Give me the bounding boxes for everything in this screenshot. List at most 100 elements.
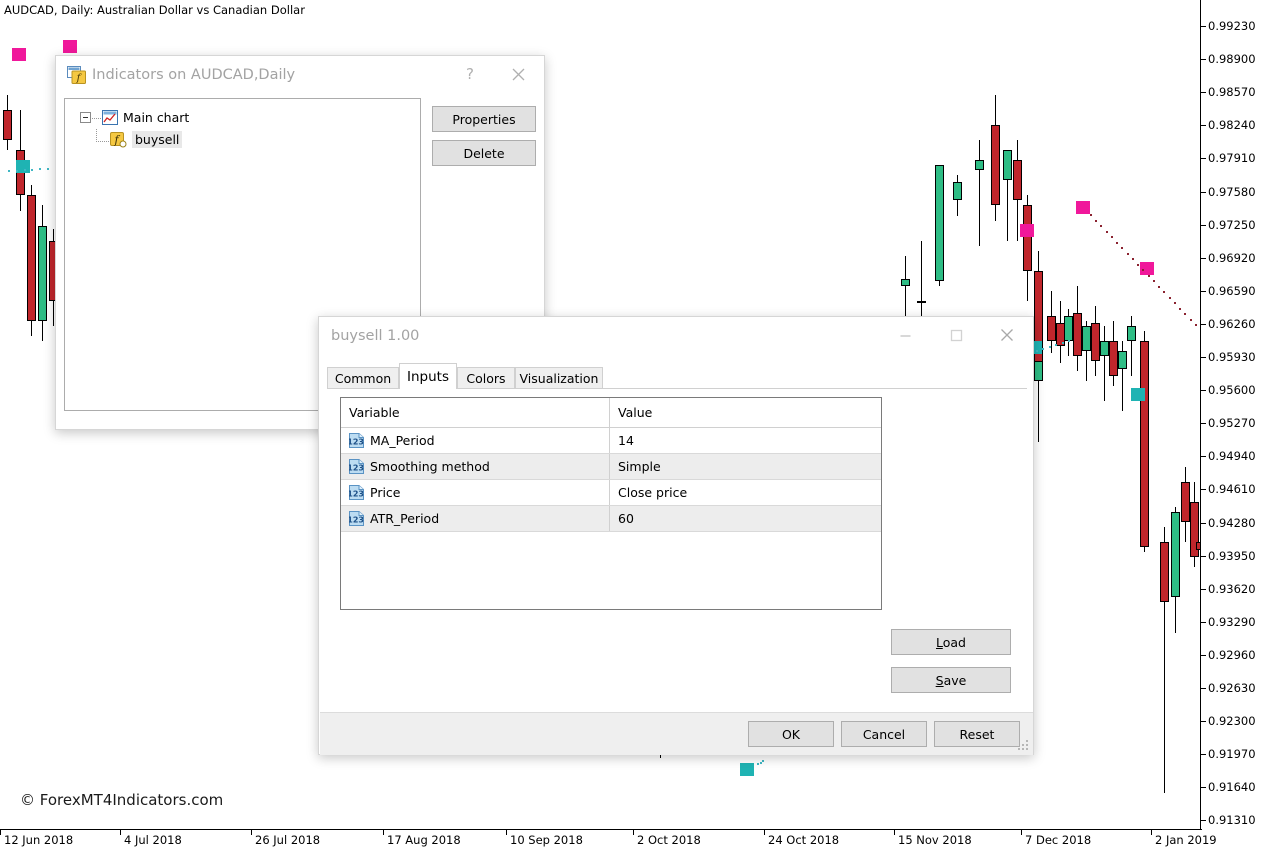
price-tick-label: 0.93620	[1208, 582, 1256, 596]
load-button[interactable]: Load	[891, 629, 1011, 655]
grid-cell-variable-label: Smoothing method	[370, 459, 490, 474]
tab-colors[interactable]: Colors	[457, 367, 515, 389]
candle-body	[38, 226, 47, 321]
date-tick	[633, 829, 634, 835]
date-tick	[120, 829, 121, 835]
candlestick	[38, 205, 47, 341]
tree-node-label-buysell[interactable]: buysell	[132, 131, 182, 148]
tree-row-buysell[interactable]: f buysell	[65, 129, 420, 151]
tab-strip[interactable]: Common Inputs Colors Visualization	[327, 367, 1027, 389]
close-icon[interactable]	[985, 317, 1029, 353]
buy-trend-dot	[8, 170, 10, 172]
grid-row[interactable]: 123ATR_Period60	[341, 506, 881, 532]
tab-common-label: Common	[335, 371, 391, 386]
price-tick	[1200, 456, 1206, 457]
candlestick	[1181, 467, 1190, 542]
load-accel: L	[936, 635, 943, 650]
grid-cell-variable: 123ATR_Period	[341, 506, 610, 531]
sell-signal-marker	[12, 48, 26, 61]
sell-trend-dot	[1195, 324, 1197, 326]
buy-trend-dot	[31, 169, 33, 171]
indicators-icon: f	[67, 66, 86, 84]
sell-trend-dot	[1179, 308, 1181, 310]
price-axis[interactable]: 0.992300.989000.985700.982400.979100.975…	[1200, 0, 1275, 829]
tree-connector-horizontal	[96, 141, 109, 142]
help-button[interactable]: ?	[448, 56, 492, 92]
sell-trend-dot	[1148, 275, 1150, 277]
candle-body	[1100, 341, 1109, 356]
candle-body	[991, 125, 1000, 205]
grid-row[interactable]: 123Smoothing methodSimple	[341, 454, 881, 480]
candlestick	[901, 256, 910, 321]
date-tick	[506, 829, 507, 835]
chart-watermark: © ForexMT4Indicators.com	[20, 791, 223, 809]
delete-button[interactable]: Delete	[432, 140, 536, 166]
help-label: ?	[466, 65, 474, 83]
price-tick-label: 0.94940	[1208, 449, 1256, 463]
price-tick	[1200, 291, 1206, 292]
price-tick-label: 0.98570	[1208, 85, 1256, 99]
date-tick-label: 4 Jul 2018	[124, 833, 182, 847]
inputs-parameter-grid[interactable]: Variable Value 123MA_Period14123Smoothin…	[340, 397, 882, 610]
candle-body	[953, 182, 962, 200]
tab-visualization[interactable]: Visualization	[515, 367, 603, 389]
number-input-icon: 123	[349, 511, 364, 526]
price-tick-label: 0.99230	[1208, 19, 1256, 33]
resize-grip[interactable]	[1018, 740, 1030, 752]
buy-signal-marker	[740, 763, 754, 776]
candle-body	[1140, 341, 1149, 547]
candle-body	[1118, 351, 1127, 369]
candlestick	[975, 140, 984, 246]
price-tick-label: 0.96260	[1208, 317, 1256, 331]
candle-body	[1091, 323, 1100, 361]
date-tick-label: 10 Sep 2018	[510, 833, 583, 847]
candle-body	[1023, 205, 1032, 270]
sell-signal-marker	[1020, 224, 1034, 237]
candlestick	[1003, 150, 1012, 240]
sell-trend-dot	[1142, 269, 1144, 271]
candle-body	[1047, 316, 1056, 341]
tab-visualization-label: Visualization	[520, 371, 599, 386]
buysell-properties-dialog[interactable]: buysell 1.00 Common Inputs Colors Visual…	[318, 316, 1034, 755]
collapse-toggle-icon[interactable]	[80, 112, 91, 123]
candle-wick	[1104, 326, 1105, 401]
sell-trend-dot	[1174, 302, 1176, 304]
tab-colors-label: Colors	[466, 371, 505, 386]
properties-button[interactable]: Properties	[432, 106, 536, 132]
tree-connector	[92, 118, 101, 119]
buysell-dialog-titlebar[interactable]: buysell 1.00	[319, 317, 1033, 355]
cancel-button[interactable]: Cancel	[841, 721, 927, 747]
candlestick	[1091, 306, 1100, 376]
save-button[interactable]: Save	[891, 667, 1011, 693]
grid-header-variable: Variable	[341, 398, 610, 427]
date-tick-label: 26 Jul 2018	[255, 833, 320, 847]
price-tick-label: 0.97580	[1208, 185, 1256, 199]
grid-cell-value[interactable]: Simple	[610, 454, 881, 479]
close-icon[interactable]	[496, 56, 540, 92]
maximize-icon[interactable]	[934, 317, 978, 353]
buy-trend-dot	[47, 168, 49, 170]
candle-body	[1064, 316, 1073, 341]
grid-cell-value[interactable]: Close price	[610, 480, 881, 505]
time-axis[interactable]: 12 Jun 20184 Jul 201826 Jul 201817 Aug 2…	[0, 829, 1202, 851]
save-accel: S	[936, 673, 944, 688]
grid-cell-variable: 123MA_Period	[341, 428, 610, 453]
grid-cell-value[interactable]: 14	[610, 428, 881, 453]
price-tick-label: 0.98240	[1208, 118, 1256, 132]
grid-row[interactable]: 123PriceClose price	[341, 480, 881, 506]
tab-inputs[interactable]: Inputs	[399, 363, 457, 389]
candlestick	[1171, 507, 1180, 633]
tree-row-main-chart[interactable]: Main chart	[65, 107, 420, 129]
price-tick	[1200, 225, 1206, 226]
grid-row[interactable]: 123MA_Period14	[341, 428, 881, 454]
ok-button[interactable]: OK	[748, 721, 834, 747]
grid-cell-value[interactable]: 60	[610, 506, 881, 531]
tab-common[interactable]: Common	[327, 367, 399, 389]
indicators-dialog-title: Indicators on AUDCAD,Daily	[92, 67, 295, 83]
reset-button[interactable]: Reset	[934, 721, 1020, 747]
minimize-icon[interactable]	[883, 317, 927, 353]
candle-body	[1109, 341, 1118, 376]
candle-body	[1034, 361, 1043, 381]
candle-body	[935, 165, 944, 281]
indicators-dialog-titlebar[interactable]: f Indicators on AUDCAD,Daily ?	[56, 56, 544, 94]
